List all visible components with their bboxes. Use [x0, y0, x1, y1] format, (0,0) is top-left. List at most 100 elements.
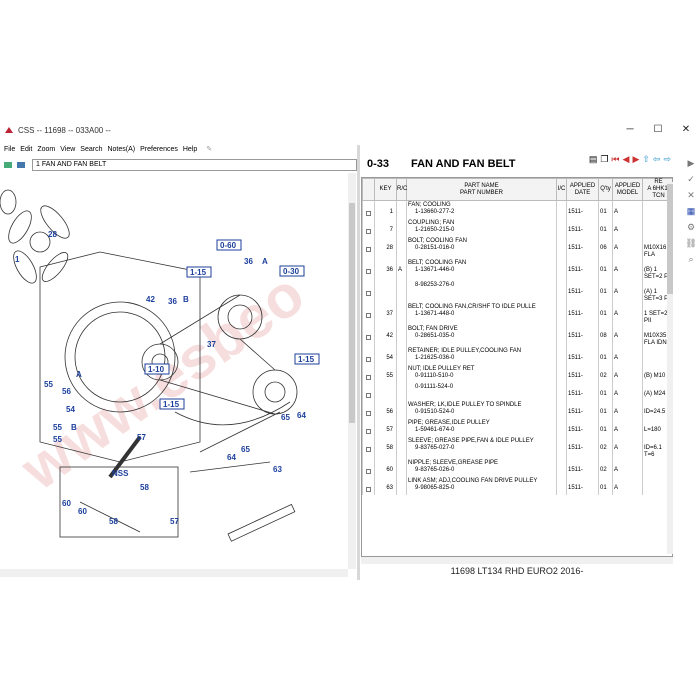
row-checkbox[interactable] — [366, 393, 371, 398]
row-checkbox[interactable] — [366, 269, 371, 274]
callout-label[interactable]: 28 — [48, 230, 57, 239]
select-cell[interactable] — [362, 237, 375, 259]
callout-label[interactable]: 54 — [66, 405, 75, 414]
select-cell[interactable] — [362, 365, 375, 383]
callout-label[interactable]: B — [183, 295, 189, 304]
select-cell[interactable] — [362, 419, 375, 437]
select-cell[interactable] — [362, 281, 375, 303]
row-checkbox[interactable] — [366, 447, 371, 452]
row-checkbox[interactable] — [366, 469, 371, 474]
table-vertical-scrollbar[interactable] — [667, 182, 673, 554]
minimize-icon[interactable]: ─ — [616, 120, 644, 140]
callout-label[interactable]: 36 — [168, 297, 177, 306]
close-icon[interactable]: ✕ — [672, 120, 700, 140]
table-row[interactable]: 56 WASHER; LK,IDLE PULLEY TO SPINDLE 0-915… — [362, 401, 672, 419]
row-checkbox[interactable] — [366, 335, 371, 340]
binoculars-icon[interactable]: ⌕ — [688, 254, 693, 270]
tools-icon[interactable]: ⚙ — [687, 222, 695, 238]
table-row[interactable]: 54 RETAINER; IDLE PULLEY,COOLING FAN 1-216… — [362, 347, 672, 365]
select-cell[interactable] — [362, 383, 375, 401]
forward-icon[interactable] — [16, 160, 26, 170]
callout-label[interactable]: 42 — [146, 295, 155, 304]
table-row[interactable]: 63 LINK ASM; ADJ,COOLING FAN DRIVE PULLEY… — [362, 477, 672, 495]
table-row[interactable]: 8-98253-276-0 1511- 01 A (A) 1 SET=3 PII — [362, 281, 672, 303]
pin-icon[interactable]: ✎ — [206, 145, 212, 153]
menu-file[interactable]: File — [4, 146, 15, 153]
first-page-icon[interactable]: ⏮ — [611, 154, 619, 165]
up-icon[interactable]: ⇧ — [642, 154, 650, 165]
callout-label[interactable]: 60 — [62, 499, 71, 508]
link-icon[interactable]: ⛓ — [685, 238, 696, 254]
row-checkbox[interactable] — [366, 375, 371, 380]
pane-splitter[interactable] — [357, 145, 360, 580]
right-icon[interactable]: ⇨ — [663, 154, 671, 165]
callout-label[interactable]: 63 — [273, 465, 282, 474]
select-cell[interactable] — [362, 347, 375, 365]
callout-label[interactable]: B — [71, 423, 77, 432]
diagram-vertical-scrollbar[interactable] — [348, 173, 356, 569]
table-row[interactable]: 60 NIPPLE; SLEEVE,GREASE PIPE 9-83765-026-… — [362, 459, 672, 477]
callout-label[interactable]: 57 — [137, 433, 146, 442]
check-icon[interactable]: ✓ — [687, 174, 695, 190]
row-checkbox[interactable] — [366, 357, 371, 362]
callout-label[interactable]: 1-15 — [190, 268, 207, 277]
callout-label[interactable]: 0-60 — [220, 241, 237, 250]
callout-label[interactable]: NSS — [112, 469, 129, 478]
next-page-icon[interactable]: ▶ — [632, 154, 639, 165]
callout-label[interactable]: 55 — [44, 380, 53, 389]
callout-label[interactable]: 36 — [244, 257, 253, 266]
callout-label[interactable]: A — [262, 257, 268, 266]
select-cell[interactable] — [362, 325, 375, 347]
menu-help[interactable]: Help — [183, 146, 197, 153]
select-cell[interactable] — [362, 477, 375, 495]
back-icon[interactable] — [3, 160, 13, 170]
callout-label[interactable]: 60 — [78, 507, 87, 516]
select-cell[interactable] — [362, 200, 375, 219]
select-cell[interactable] — [362, 437, 375, 459]
row-checkbox[interactable] — [366, 291, 371, 296]
callout-label[interactable]: 58 — [140, 483, 149, 492]
callout-label[interactable]: 1-15 — [163, 400, 180, 409]
row-checkbox[interactable] — [366, 313, 371, 318]
row-checkbox[interactable] — [366, 487, 371, 492]
list-icon[interactable]: ▦ — [687, 206, 696, 222]
table-row[interactable]: 57 PIPE; GREASE,IDLE PULLEY 1-59461-674-0 1… — [362, 419, 672, 437]
delete-icon[interactable]: ✕ — [687, 190, 695, 206]
scroll-thumb[interactable] — [349, 203, 355, 423]
callout-label[interactable]: 37 — [207, 340, 216, 349]
callout-label[interactable]: 64 — [227, 453, 236, 462]
diagram-horizontal-scrollbar[interactable] — [0, 569, 348, 577]
print-icon[interactable]: ▤ — [589, 154, 598, 165]
menu-edit[interactable]: Edit — [20, 146, 32, 153]
row-checkbox[interactable] — [366, 247, 371, 252]
table-row[interactable]: 42 BOLT; FAN DRIVE 0-28651-035-0 1511- 08 A M1… — [362, 325, 672, 347]
table-row[interactable]: 55 NUT; IDLE PULLEY RET 0-91110-510-0 1511-… — [362, 365, 672, 383]
table-row[interactable]: 7 COUPLING; FAN 1-21650-215-0 1511- 01 A — [362, 219, 672, 237]
table-row[interactable]: 1 FAN; COOLING 1-13660-277-2 1511- 01 A — [362, 200, 672, 219]
menu-zoom[interactable]: Zoom — [37, 146, 55, 153]
callout-label[interactable]: A — [76, 370, 82, 379]
table-row[interactable]: 28 BOLT; COOLING FAN 0-28151-016-0 1511- 06 A… — [362, 237, 672, 259]
callout-label[interactable]: 1 — [15, 255, 20, 264]
maximize-icon[interactable]: ☐ — [644, 120, 672, 140]
parts-diagram[interactable]: www.esbeo 1-10 0-60 0-30 1-15 1-15 1-15 … — [0, 172, 355, 572]
callout-label[interactable]: 1-10 — [148, 365, 165, 374]
row-checkbox[interactable] — [366, 211, 371, 216]
callout-label[interactable]: 58 — [109, 517, 118, 526]
menu-view[interactable]: View — [60, 146, 75, 153]
row-checkbox[interactable] — [366, 411, 371, 416]
left-icon[interactable]: ⇦ — [653, 154, 661, 165]
select-cell[interactable] — [362, 259, 375, 281]
select-cell[interactable] — [362, 401, 375, 419]
callout-label[interactable]: 56 — [62, 387, 71, 396]
callout-label[interactable]: 57 — [170, 517, 179, 526]
callout-label[interactable]: 65 — [241, 445, 250, 454]
select-cell[interactable] — [362, 303, 375, 325]
menu-notes[interactable]: Notes(A) — [107, 146, 135, 153]
table-row[interactable]: 0-91111-524-0 1511- 01 A (A) M24 — [362, 383, 672, 401]
select-cell[interactable] — [362, 219, 375, 237]
table-row[interactable]: 36 A BELT; COOLING FAN 1-13671-446-0 1511- 01… — [362, 259, 672, 281]
table-row[interactable]: 37 BELT; COOLING FAN,CR/SHF TO IDLE PULLE… — [362, 303, 672, 325]
row-checkbox[interactable] — [366, 229, 371, 234]
table-row[interactable]: 58 SLEEVE; GREASE PIPE,FAN & IDLE PULLEY 9… — [362, 437, 672, 459]
